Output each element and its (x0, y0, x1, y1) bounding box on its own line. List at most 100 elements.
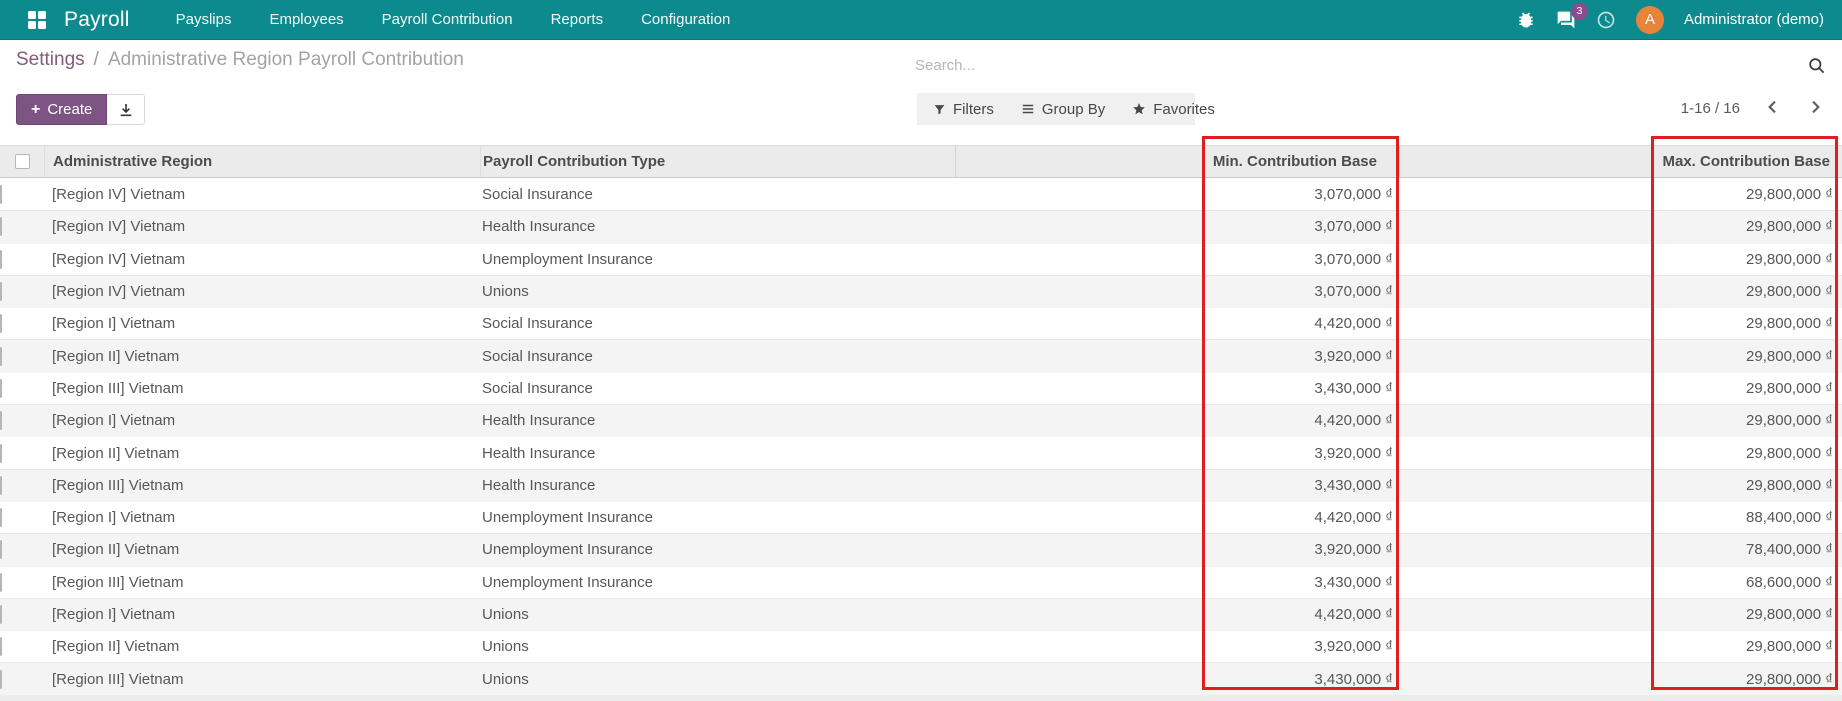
row-checkbox[interactable] (0, 217, 2, 236)
row-region[interactable]: [Region I] Vietnam (44, 509, 480, 526)
row-max-contribution-base[interactable]: 29,800,000 ₫ (1399, 348, 1842, 365)
row-contribution-type[interactable]: Social Insurance (480, 186, 955, 203)
table-row[interactable]: [Region II] Vietnam Social Insurance 3,9… (0, 339, 1842, 371)
row-region[interactable]: [Region III] Vietnam (44, 574, 480, 591)
table-row[interactable]: [Region IV] Vietnam Unions 3,070,000 ₫ 2… (0, 275, 1842, 307)
row-contribution-type[interactable]: Unions (480, 671, 955, 688)
row-contribution-type[interactable]: Social Insurance (480, 380, 955, 397)
row-max-contribution-base[interactable]: 29,800,000 ₫ (1399, 445, 1842, 462)
row-min-contribution-base[interactable]: 3,070,000 ₫ (955, 283, 1399, 300)
row-region[interactable]: [Region I] Vietnam (44, 412, 480, 429)
row-max-contribution-base[interactable]: 78,400,000 ₫ (1399, 541, 1842, 558)
table-row[interactable]: [Region II] Vietnam Unions 3,920,000 ₫ 2… (0, 630, 1842, 662)
row-min-contribution-base[interactable]: 4,420,000 ₫ (955, 315, 1399, 332)
table-row[interactable]: [Region I] Vietnam Unemployment Insuranc… (0, 501, 1842, 533)
bug-icon[interactable] (1516, 10, 1536, 30)
row-contribution-type[interactable]: Health Insurance (480, 218, 955, 235)
apps-grid-icon[interactable] (28, 11, 46, 29)
table-row[interactable]: [Region III] Vietnam Health Insurance 3,… (0, 469, 1842, 501)
activities-clock-icon[interactable] (1596, 10, 1616, 30)
row-max-contribution-base[interactable]: 29,800,000 ₫ (1399, 638, 1842, 655)
column-header-administrative-region[interactable]: Administrative Region (44, 146, 480, 177)
row-min-contribution-base[interactable]: 3,920,000 ₫ (955, 445, 1399, 462)
row-region[interactable]: [Region IV] Vietnam (44, 251, 480, 268)
row-checkbox[interactable] (0, 637, 2, 656)
row-contribution-type[interactable]: Unemployment Insurance (480, 509, 955, 526)
row-max-contribution-base[interactable]: 29,800,000 ₫ (1399, 186, 1842, 203)
pager-next-button[interactable] (1806, 99, 1824, 117)
row-region[interactable]: [Region IV] Vietnam (44, 283, 480, 300)
table-row[interactable]: [Region IV] Vietnam Health Insurance 3,0… (0, 210, 1842, 242)
row-max-contribution-base[interactable]: 68,600,000 ₫ (1399, 574, 1842, 591)
row-region[interactable]: [Region II] Vietnam (44, 541, 480, 558)
row-min-contribution-base[interactable]: 3,430,000 ₫ (955, 671, 1399, 688)
row-region[interactable]: [Region I] Vietnam (44, 606, 480, 623)
row-contribution-type[interactable]: Social Insurance (480, 315, 955, 332)
table-row[interactable]: [Region III] Vietnam Unemployment Insura… (0, 566, 1842, 598)
user-menu[interactable]: Administrator (demo) (1684, 11, 1824, 28)
table-row[interactable]: [Region IV] Vietnam Unemployment Insuran… (0, 243, 1842, 275)
row-min-contribution-base[interactable]: 3,430,000 ₫ (955, 477, 1399, 494)
row-region[interactable]: [Region III] Vietnam (44, 380, 480, 397)
row-contribution-type[interactable]: Unions (480, 638, 955, 655)
nav-item-configuration[interactable]: Configuration (641, 11, 730, 28)
row-min-contribution-base[interactable]: 3,920,000 ₫ (955, 541, 1399, 558)
table-row[interactable]: [Region II] Vietnam Health Insurance 3,9… (0, 436, 1842, 468)
group-by-button[interactable]: Group By (1021, 101, 1105, 118)
row-min-contribution-base[interactable]: 3,430,000 ₫ (955, 380, 1399, 397)
column-header-payroll-contribution-type[interactable]: Payroll Contribution Type (480, 146, 955, 177)
row-checkbox[interactable] (0, 573, 2, 592)
row-max-contribution-base[interactable]: 29,800,000 ₫ (1399, 218, 1842, 235)
row-min-contribution-base[interactable]: 3,920,000 ₫ (955, 348, 1399, 365)
row-region[interactable]: [Region IV] Vietnam (44, 218, 480, 235)
column-header-max-contribution-base[interactable]: Max. Contribution Base (1399, 146, 1842, 177)
row-min-contribution-base[interactable]: 4,420,000 ₫ (955, 606, 1399, 623)
row-min-contribution-base[interactable]: 4,420,000 ₫ (955, 412, 1399, 429)
nav-item-payslips[interactable]: Payslips (176, 11, 232, 28)
row-max-contribution-base[interactable]: 29,800,000 ₫ (1399, 283, 1842, 300)
row-contribution-type[interactable]: Unemployment Insurance (480, 574, 955, 591)
table-row[interactable]: [Region I] Vietnam Unions 4,420,000 ₫ 29… (0, 598, 1842, 630)
row-checkbox[interactable] (0, 605, 2, 624)
row-checkbox[interactable] (0, 282, 2, 301)
row-checkbox[interactable] (0, 185, 2, 204)
row-region[interactable]: [Region I] Vietnam (44, 315, 480, 332)
breadcrumb-settings-link[interactable]: Settings (16, 49, 85, 71)
row-contribution-type[interactable]: Unions (480, 283, 955, 300)
row-checkbox[interactable] (0, 508, 2, 527)
nav-item-reports[interactable]: Reports (551, 11, 604, 28)
row-contribution-type[interactable]: Unions (480, 606, 955, 623)
table-row[interactable]: [Region III] Vietnam Unions 3,430,000 ₫ … (0, 662, 1842, 694)
row-contribution-type[interactable]: Health Insurance (480, 477, 955, 494)
row-max-contribution-base[interactable]: 29,800,000 ₫ (1399, 251, 1842, 268)
table-row[interactable]: [Region II] Vietnam Unemployment Insuran… (0, 533, 1842, 565)
row-contribution-type[interactable]: Health Insurance (480, 445, 955, 462)
row-region[interactable]: [Region III] Vietnam (44, 477, 480, 494)
export-button[interactable] (107, 94, 145, 125)
row-max-contribution-base[interactable]: 29,800,000 ₫ (1399, 412, 1842, 429)
row-checkbox[interactable] (0, 411, 2, 430)
table-row[interactable]: [Region I] Vietnam Social Insurance 4,42… (0, 307, 1842, 339)
row-checkbox[interactable] (0, 314, 2, 333)
row-checkbox[interactable] (0, 250, 2, 269)
table-row[interactable]: [Region IV] Vietnam Social Insurance 3,0… (0, 178, 1842, 210)
search-icon[interactable] (1807, 56, 1826, 75)
nav-item-payroll-contribution[interactable]: Payroll Contribution (382, 11, 513, 28)
app-title[interactable]: Payroll (64, 8, 130, 32)
row-region[interactable]: [Region II] Vietnam (44, 445, 480, 462)
row-max-contribution-base[interactable]: 88,400,000 ₫ (1399, 509, 1842, 526)
row-region[interactable]: [Region II] Vietnam (44, 348, 480, 365)
row-min-contribution-base[interactable]: 3,070,000 ₫ (955, 251, 1399, 268)
table-row[interactable]: [Region III] Vietnam Social Insurance 3,… (0, 372, 1842, 404)
pager-previous-button[interactable] (1764, 99, 1782, 117)
select-all-checkbox[interactable] (15, 154, 30, 169)
avatar[interactable]: A (1636, 6, 1664, 34)
search-input[interactable] (915, 57, 1807, 74)
column-header-min-contribution-base[interactable]: Min. Contribution Base (955, 146, 1399, 177)
row-checkbox[interactable] (0, 670, 2, 689)
row-min-contribution-base[interactable]: 3,920,000 ₫ (955, 638, 1399, 655)
row-contribution-type[interactable]: Unemployment Insurance (480, 541, 955, 558)
row-max-contribution-base[interactable]: 29,800,000 ₫ (1399, 477, 1842, 494)
row-checkbox[interactable] (0, 444, 2, 463)
table-row[interactable]: [Region I] Vietnam Health Insurance 4,42… (0, 404, 1842, 436)
